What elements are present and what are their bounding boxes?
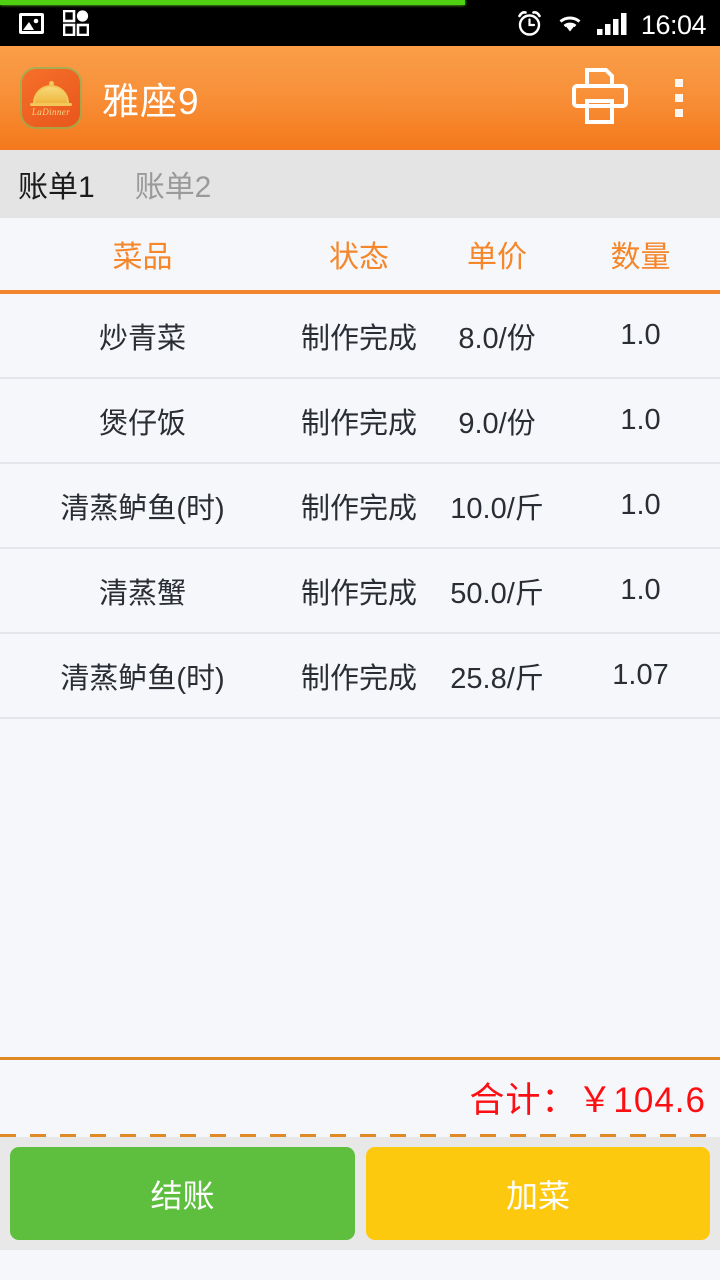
overflow-menu-icon bbox=[675, 109, 683, 117]
tab-bill-2[interactable]: 账单2 bbox=[125, 158, 222, 210]
cell-dish-status: 制作完成 bbox=[300, 322, 417, 355]
overflow-menu-button[interactable] bbox=[662, 67, 696, 129]
overflow-menu-icon bbox=[675, 79, 683, 87]
table-row[interactable]: 清蒸蟹 制作完成 50.0/斤 1.0 bbox=[0, 549, 720, 634]
cell-quantity: 1.0 bbox=[620, 574, 661, 606]
cell-dish-name: 清蒸鲈鱼(时) bbox=[60, 492, 225, 525]
signal-icon bbox=[596, 12, 628, 40]
cell-dish-name: 清蒸鲈鱼(时) bbox=[60, 662, 225, 695]
cell-dish-status: 制作完成 bbox=[300, 577, 417, 610]
cell-dish-name: 煲仔饭 bbox=[98, 407, 186, 440]
empty-list-area bbox=[0, 719, 720, 1057]
cell-quantity: 1.0 bbox=[620, 404, 661, 436]
image-icon bbox=[18, 11, 45, 41]
alarm-icon bbox=[516, 9, 543, 42]
column-header-price: 单价 bbox=[467, 241, 527, 274]
printer-icon bbox=[570, 67, 630, 130]
column-header-name: 菜品 bbox=[112, 241, 173, 274]
status-bar-clock: 16:04 bbox=[640, 10, 707, 40]
cell-dish-status: 制作完成 bbox=[300, 407, 417, 440]
status-bar: 16:04 bbox=[0, 0, 720, 46]
checkout-button[interactable]: 结账 bbox=[10, 1147, 355, 1240]
total-amount: 合计：￥104.6 bbox=[469, 1080, 706, 1120]
table-row[interactable]: 清蒸鲈鱼(时) 制作完成 10.0/斤 1.0 bbox=[0, 464, 720, 549]
total-row: 合计：￥104.6 bbox=[0, 1060, 720, 1134]
progress-indicator bbox=[0, 0, 465, 5]
cell-quantity: 1.0 bbox=[620, 319, 661, 351]
cell-dish-name: 清蒸蟹 bbox=[98, 577, 186, 610]
ladinner-app-logo: LaDinner bbox=[22, 69, 80, 127]
cell-unit-price: 9.0/份 bbox=[458, 407, 536, 440]
cell-unit-price: 50.0/斤 bbox=[450, 577, 544, 610]
bill-tab-bar: 账单1 账单2 bbox=[0, 150, 720, 218]
overflow-menu-icon bbox=[675, 94, 683, 102]
page-title: 雅座9 bbox=[102, 81, 200, 122]
add-dish-button[interactable]: 加菜 bbox=[366, 1147, 710, 1240]
bill-item-table: 菜品 状态 单价 数量 炒青菜 制作完成 8.0/份 1.0 煲仔饭 制作完成 … bbox=[0, 218, 720, 1057]
status-bar-right-icons: 16:04 bbox=[516, 9, 707, 42]
column-header-qty: 数量 bbox=[610, 241, 671, 274]
column-header-status: 状态 bbox=[329, 241, 389, 274]
action-bar: LaDinner 雅座9 bbox=[0, 46, 720, 150]
wifi-icon bbox=[554, 11, 586, 40]
table-header-row: 菜品 状态 单价 数量 bbox=[0, 218, 720, 290]
apps-grid-icon bbox=[62, 9, 90, 41]
table-row[interactable]: 煲仔饭 制作完成 9.0/份 1.0 bbox=[0, 379, 720, 464]
cell-unit-price: 25.8/斤 bbox=[450, 662, 544, 695]
cell-dish-status: 制作完成 bbox=[300, 492, 417, 525]
cell-unit-price: 8.0/份 bbox=[458, 322, 536, 355]
footer-action-bar: 结账 加菜 bbox=[0, 1137, 720, 1250]
table-row[interactable]: 清蒸鲈鱼(时) 制作完成 25.8/斤 1.07 bbox=[0, 634, 720, 719]
cell-dish-name: 炒青菜 bbox=[98, 322, 186, 355]
table-row[interactable]: 炒青菜 制作完成 8.0/份 1.0 bbox=[0, 294, 720, 379]
cell-quantity: 1.07 bbox=[612, 659, 669, 691]
cell-unit-price: 10.0/斤 bbox=[450, 492, 544, 525]
cell-dish-status: 制作完成 bbox=[300, 662, 417, 695]
cell-quantity: 1.0 bbox=[620, 489, 661, 521]
print-button[interactable] bbox=[568, 67, 632, 129]
logo-brand-text: LaDinner bbox=[31, 107, 71, 117]
status-bar-left-icons bbox=[18, 9, 90, 41]
tab-bill-1[interactable]: 账单1 bbox=[8, 158, 105, 210]
